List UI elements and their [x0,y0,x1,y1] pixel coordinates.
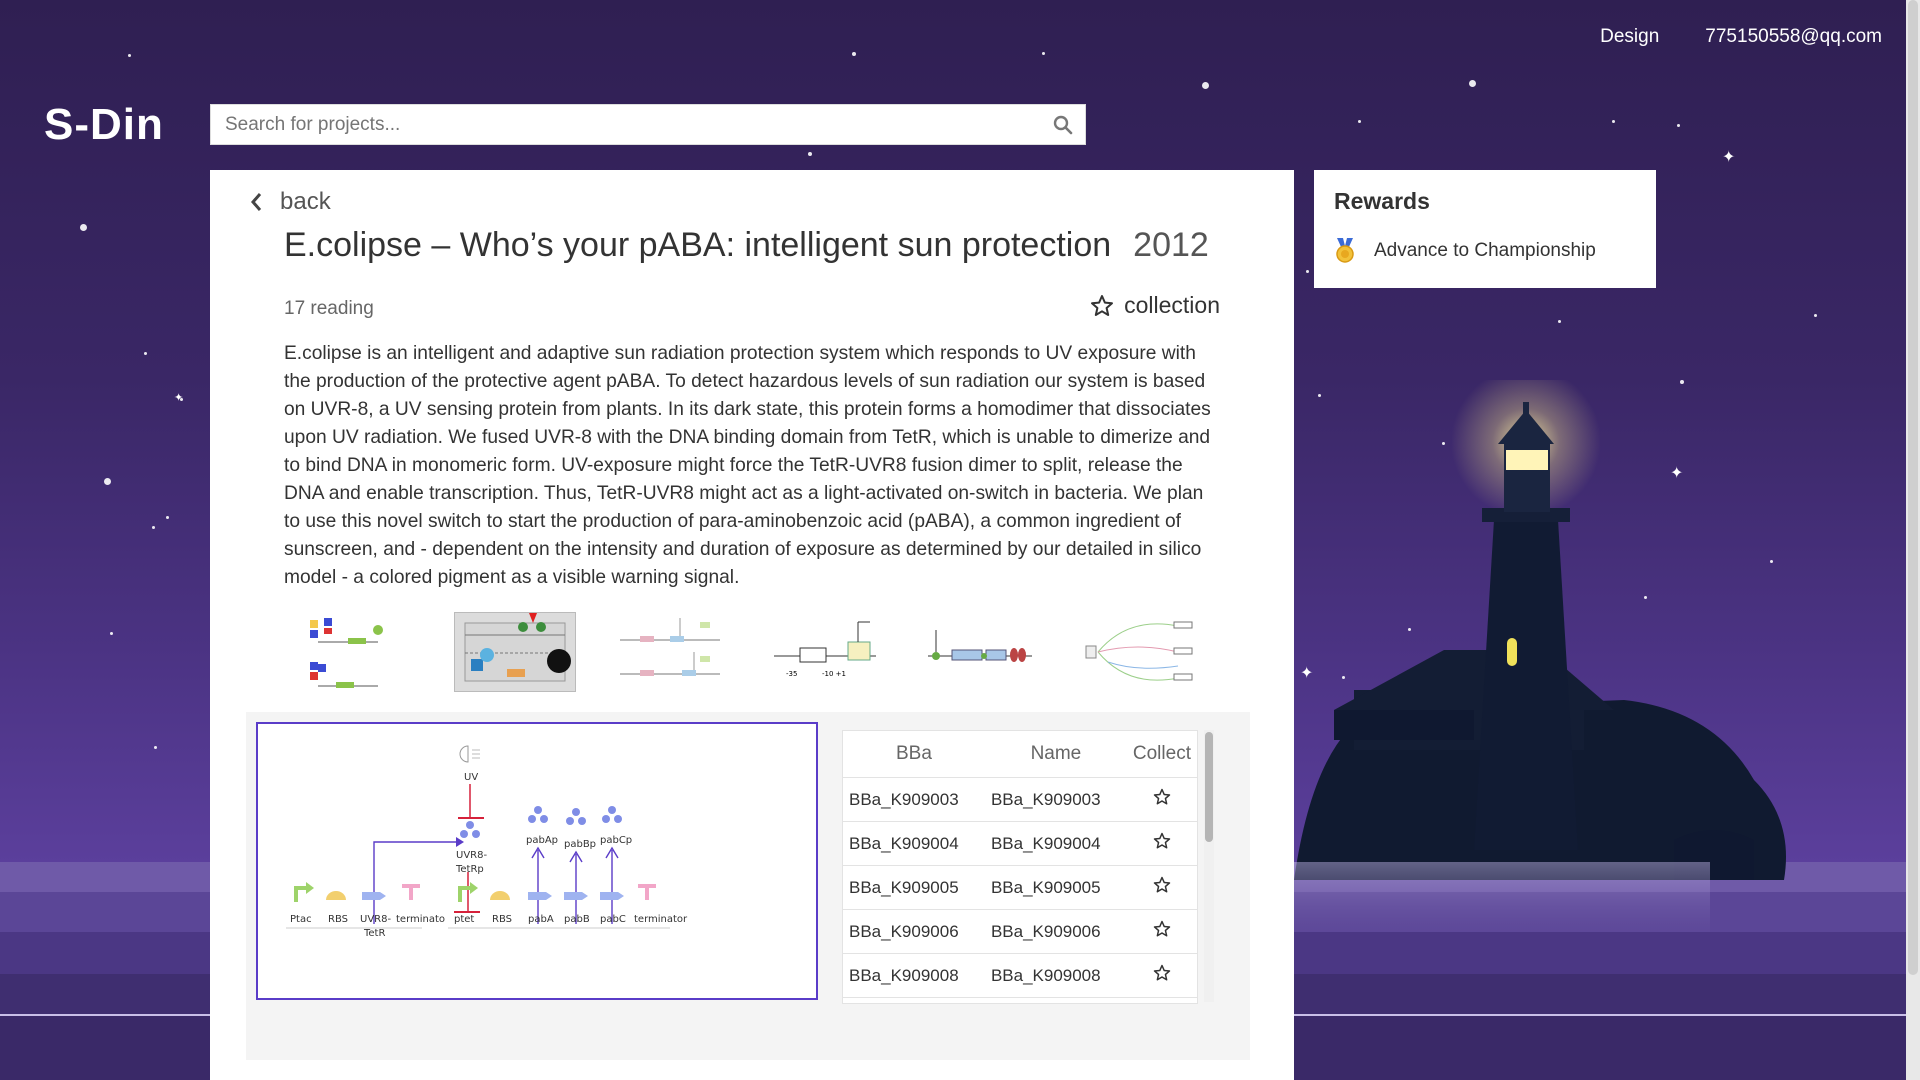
promoter-icon [294,882,314,902]
reward-item: Advance to Championship [1334,238,1596,264]
part-label: ptet [454,914,474,925]
part-label: pabA [528,914,554,925]
part-label: RBS [492,914,512,925]
promoter-icon [458,882,478,902]
rewards-title: Rewards [1334,188,1430,214]
project-description: E.colipse is an intelligent and adaptive… [284,343,1211,588]
back-label: back [280,188,331,215]
part-label: Ptac [290,914,312,925]
pabC-protein-icon [602,806,622,823]
table-row: BBa_K909003 BBa_K909003 [843,777,1197,822]
svg-text:-10 +1: -10 +1 [822,670,846,678]
column-header-name[interactable]: Name [984,731,1127,778]
medal-icon [1336,238,1354,263]
nav-design-link[interactable]: Design [1600,26,1659,48]
table-scrollbar-thumb[interactable] [1205,732,1213,842]
part-label: terminator [634,914,688,925]
column-header-bba[interactable]: BBa [843,731,985,778]
cell-name: BBa_K909008 [984,953,1127,998]
back-button[interactable]: back [250,188,331,216]
terminator-icon [402,884,420,900]
parts-table: BBa Name Collect BBa_K909003 BBa_K909003… [843,731,1197,998]
thumbnail-figure[interactable] [610,612,732,692]
top-nav: Design 775150558@qq.com [1600,26,1882,48]
part-label: pabC [600,914,626,925]
genetic-circuit-diagram: UV UVR8- TetRp pabAp pabBp pabCp Ptac RB… [256,722,818,1000]
table-row: BBa_K909008 BBa_K909008 [843,953,1197,998]
parts-panel: UV UVR8- TetRp pabAp pabBp pabCp Ptac RB… [246,712,1250,1060]
chevron-left-icon [251,193,262,211]
table-row: BBa_K909005 BBa_K909005 [843,865,1197,910]
project-detail-card: back E.colipse – Who’s your pABA: intell… [210,170,1294,1080]
pabA-protein-icon [528,806,548,823]
collect-star-icon[interactable] [1126,777,1197,822]
parts-table-container: BBa Name Collect BBa_K909003 BBa_K909003… [842,730,1198,1004]
collect-star-icon[interactable] [1126,953,1197,998]
pabB-protein-icon [566,808,586,825]
nav-account-link[interactable]: 775150558@qq.com [1705,26,1882,48]
column-header-collect[interactable]: Collect [1126,731,1197,778]
cell-name: BBa_K909004 [984,821,1127,866]
thumbnail-figure[interactable]: -35 -10 +1 [766,612,888,692]
cds-icon [528,892,552,900]
thumbnail-figure[interactable] [298,612,420,692]
page-scrollbar-thumb[interactable] [1908,0,1918,975]
complex-label-2: TetRp [455,864,484,875]
search-bar [210,104,1086,145]
page-scrollbar[interactable] [1906,0,1920,1080]
uv-source-icon [459,745,480,763]
search-input[interactable] [211,105,1041,144]
site-logo[interactable]: S-Din [44,100,164,150]
rewards-card: Rewards Advance to Championship [1314,170,1656,288]
collection-button[interactable]: collection [1090,292,1220,319]
reward-label: Advance to Championship [1374,240,1596,261]
cell-bba[interactable]: BBa_K909004 [843,821,985,866]
table-row: BBa_K909004 BBa_K909004 [843,821,1197,866]
project-year: 2012 [1133,226,1209,264]
collect-star-icon[interactable] [1126,909,1197,954]
cell-bba[interactable]: BBa_K909006 [843,909,985,954]
star-outline-icon [1091,294,1114,316]
collect-star-icon[interactable] [1126,865,1197,910]
rbs-icon [490,891,510,900]
cell-bba[interactable]: BBa_K909008 [843,953,985,998]
part-label: terminato [396,914,445,925]
cds-icon [362,892,386,900]
product-label: pabAp [526,835,558,846]
uv-label: UV [464,772,478,783]
lighthouse-illustration [1294,380,1786,932]
cell-name: BBa_K909003 [984,777,1127,822]
uvr8-tetr-complex-icon [460,821,480,838]
part-label: TetR [363,928,385,939]
project-title: E.colipse – Who’s your pABA: intelligent… [284,226,1112,264]
thumbnail-figure[interactable] [1078,612,1200,692]
product-label: pabBp [564,839,596,850]
thumbnail-figure-selected[interactable] [454,612,576,692]
cell-bba[interactable]: BBa_K909005 [843,865,985,910]
cell-bba[interactable]: BBa_K909003 [843,777,985,822]
cell-name: BBa_K909005 [984,865,1127,910]
collection-label: collection [1124,292,1220,318]
part-label: RBS [328,914,348,925]
thumbnail-figure[interactable] [922,612,1044,692]
cell-name: BBa_K909006 [984,909,1127,954]
svg-text:-35: -35 [786,670,797,678]
cds-icon [564,892,588,900]
product-label: pabCp [600,835,632,846]
table-scrollbar[interactable] [1204,730,1214,1002]
terminator-icon [638,884,656,900]
complex-label-1: UVR8- [456,850,487,861]
page-title: E.colipse – Who’s your pABA: intelligent… [284,226,1209,265]
reading-count: 17 reading [284,298,374,319]
figure-thumbnails: -35 -10 +1 [298,612,1200,692]
cds-icon [600,892,624,900]
rbs-icon [326,891,346,900]
search-icon[interactable] [1041,104,1085,145]
part-label: UVR8- [360,914,391,925]
part-label: pabB [564,914,590,925]
table-row: BBa_K909006 BBa_K909006 [843,909,1197,954]
collect-star-icon[interactable] [1126,821,1197,866]
